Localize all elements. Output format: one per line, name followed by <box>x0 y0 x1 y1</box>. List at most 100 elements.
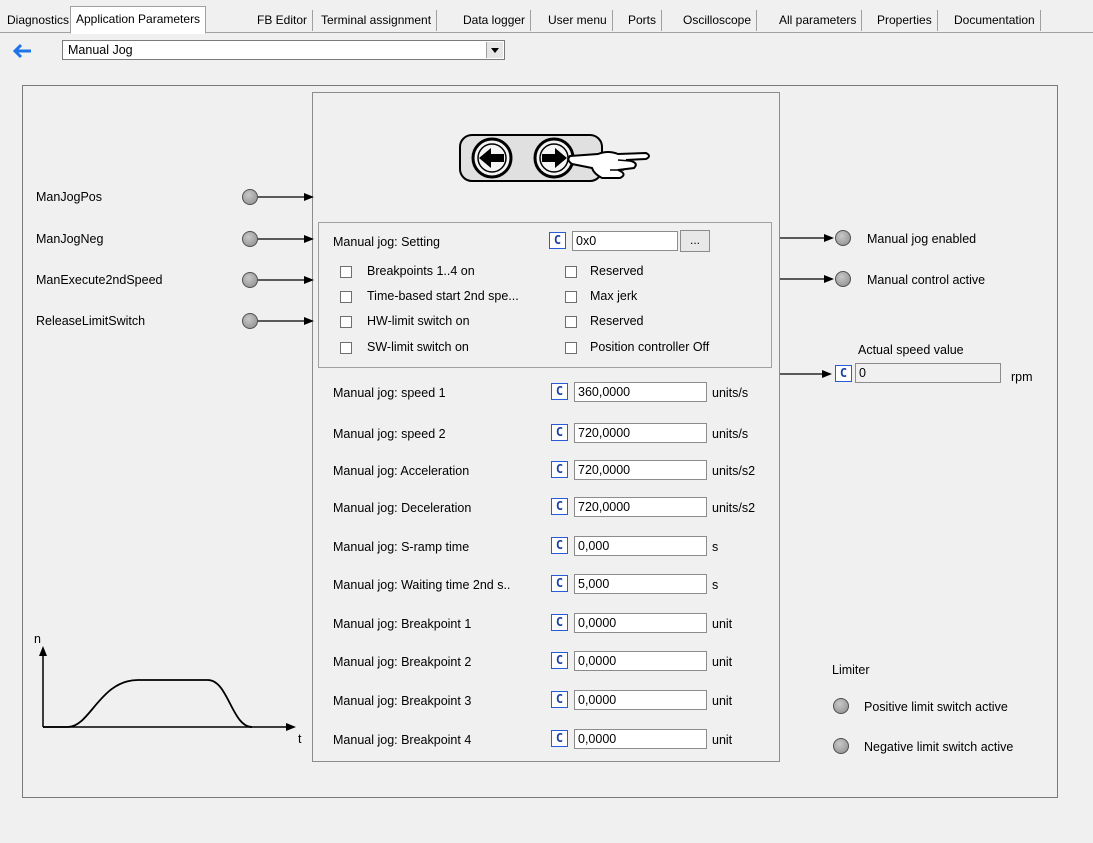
checkbox-label-position-controller-off: Position controller Off <box>590 340 710 354</box>
checkbox-time-based-start[interactable] <box>340 291 352 303</box>
param-c-button[interactable]: C <box>551 652 568 669</box>
param-c-button[interactable]: C <box>551 614 568 631</box>
back-arrow-icon[interactable] <box>11 40 35 62</box>
speed-profile-graph: n t <box>30 630 310 760</box>
param-value-field[interactable]: 0,0000 <box>574 729 707 749</box>
checkbox-position-controller-off[interactable] <box>565 342 577 354</box>
param-c-button[interactable]: C <box>551 383 568 400</box>
output-led-manual-control-active <box>835 271 851 287</box>
setting-more-button[interactable]: ... <box>680 230 710 252</box>
param-unit: units/s <box>712 427 749 441</box>
input-led-releaselimitswitch <box>242 313 258 329</box>
tab-user-menu[interactable]: User menu <box>543 10 613 31</box>
param-c-button[interactable]: C <box>551 537 568 554</box>
checkbox-reserved-2[interactable] <box>565 316 577 328</box>
input-label-manjogneg: ManJogNeg <box>36 232 104 246</box>
actual-speed-unit: rpm <box>1011 370 1033 384</box>
param-value-field[interactable]: 0,0000 <box>574 690 707 710</box>
param-unit: s <box>712 540 719 554</box>
param-value-field[interactable]: 0,0000 <box>574 651 707 671</box>
view-select-value: Manual Jog <box>68 43 133 57</box>
output-label-manual-jog-enabled: Manual jog enabled <box>867 232 977 246</box>
arrow-right-icon <box>258 193 314 201</box>
param-unit: units/s <box>712 386 749 400</box>
param-c-button[interactable]: C <box>551 498 568 515</box>
jog-hand-icon <box>458 128 658 188</box>
arrow-right-icon <box>780 275 834 283</box>
tab-diagnostics[interactable]: Diagnostics <box>2 10 76 31</box>
arrow-right-icon <box>780 370 832 378</box>
arrow-right-icon <box>258 235 314 243</box>
output-led-manual-jog-enabled <box>835 230 851 246</box>
param-label: Manual jog: Breakpoint 3 <box>333 694 472 708</box>
setting-c-button[interactable]: C <box>549 232 566 249</box>
param-unit: unit <box>712 617 733 631</box>
output-label-manual-control-active: Manual control active <box>867 273 986 287</box>
param-label: Manual jog: Deceleration <box>333 501 472 515</box>
param-unit: unit <box>712 733 733 747</box>
checkbox-label-reserved-1: Reserved <box>590 264 644 278</box>
checkbox-label-hw-limit-switch: HW-limit switch on <box>367 314 470 328</box>
input-led-manjogpos <box>242 189 258 205</box>
param-value-field[interactable]: 360,0000 <box>574 382 707 402</box>
checkbox-breakpoints[interactable] <box>340 266 352 278</box>
param-c-button[interactable]: C <box>551 575 568 592</box>
graph-x-label: t <box>298 732 302 746</box>
input-label-releaselimitswitch: ReleaseLimitSwitch <box>36 314 146 328</box>
param-label: Manual jog: S-ramp time <box>333 540 470 554</box>
limiter-label-negative: Negative limit switch active <box>864 740 1014 754</box>
param-value-field[interactable]: 720,0000 <box>574 497 707 517</box>
param-value-field[interactable]: 0,0000 <box>574 613 707 633</box>
checkbox-hw-limit-switch[interactable] <box>340 316 352 328</box>
tab-all-parameters[interactable]: All parameters <box>774 10 863 31</box>
tab-oscilloscope[interactable]: Oscilloscope <box>678 10 758 31</box>
checkbox-reserved-1[interactable] <box>565 266 577 278</box>
chevron-down-icon[interactable] <box>486 42 503 58</box>
limiter-label-positive: Positive limit switch active <box>864 700 1008 714</box>
param-value-field[interactable]: 720,0000 <box>574 460 707 480</box>
tab-application-parameters[interactable]: Application Parameters <box>70 6 207 34</box>
actual-speed-title: Actual speed value <box>858 343 964 357</box>
tab-terminal-assignment[interactable]: Terminal assignment <box>316 10 438 31</box>
view-select[interactable]: Manual Jog <box>62 40 505 60</box>
param-label: Manual jog: Breakpoint 1 <box>333 617 472 631</box>
limiter-led-positive <box>833 698 849 714</box>
tab-ports[interactable]: Ports <box>623 10 663 31</box>
tab-bar: Diagnostics Application Parameters FB Ed… <box>0 0 1093 34</box>
arrow-right-icon <box>258 317 314 325</box>
param-unit: unit <box>712 694 733 708</box>
limiter-title: Limiter <box>832 663 870 677</box>
input-led-manjogneg <box>242 231 258 247</box>
param-label: Manual jog: Waiting time 2nd s.. <box>333 578 511 592</box>
param-value-field[interactable]: 720,0000 <box>574 423 707 443</box>
actual-speed-c-button[interactable]: C <box>835 365 852 382</box>
checkbox-max-jerk[interactable] <box>565 291 577 303</box>
param-c-button[interactable]: C <box>551 730 568 747</box>
checkbox-label-time-based-start: Time-based start 2nd spe... <box>367 289 519 303</box>
checkbox-sw-limit-switch[interactable] <box>340 342 352 354</box>
param-value-field[interactable]: 5,000 <box>574 574 707 594</box>
limiter-led-negative <box>833 738 849 754</box>
param-c-button[interactable]: C <box>551 461 568 478</box>
setting-label: Manual jog: Setting <box>333 235 441 249</box>
param-label: Manual jog: Breakpoint 2 <box>333 655 472 669</box>
arrow-right-icon <box>780 234 834 242</box>
checkbox-label-reserved-2: Reserved <box>590 314 644 328</box>
param-unit: unit <box>712 655 733 669</box>
param-unit: units/s2 <box>712 464 756 478</box>
checkbox-label-sw-limit-switch: SW-limit switch on <box>367 340 469 354</box>
param-unit: s <box>712 578 719 592</box>
setting-value-field[interactable]: 0x0 <box>572 231 678 251</box>
input-label-manexecute2ndspeed: ManExecute2ndSpeed <box>36 273 163 287</box>
tab-data-logger[interactable]: Data logger <box>458 10 532 31</box>
graph-y-label: n <box>34 632 41 646</box>
input-label-manjogpos: ManJogPos <box>36 190 103 204</box>
param-label: Manual jog: speed 1 <box>333 386 446 400</box>
checkbox-label-breakpoints: Breakpoints 1..4 on <box>367 264 475 278</box>
param-c-button[interactable]: C <box>551 424 568 441</box>
param-c-button[interactable]: C <box>551 691 568 708</box>
param-value-field[interactable]: 0,000 <box>574 536 707 556</box>
tab-documentation[interactable]: Documentation <box>949 10 1041 31</box>
tab-fb-editor[interactable]: FB Editor <box>252 10 314 31</box>
tab-properties[interactable]: Properties <box>872 10 938 31</box>
